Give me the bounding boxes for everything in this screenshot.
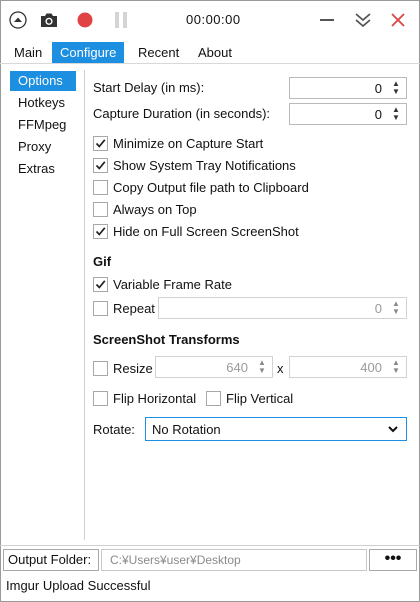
show-tray-notifications-label: Show System Tray Notifications [113, 158, 296, 173]
sidebar-item-ffmpeg[interactable]: FFMpeg [10, 115, 76, 135]
output-folder-label: Output Folder: [3, 549, 99, 571]
screenshot-button[interactable] [38, 9, 60, 31]
checkmark-icon [95, 161, 106, 170]
always-on-top-label: Always on Top [113, 202, 197, 217]
flip-vertical-label: Flip Vertical [226, 391, 294, 406]
hide-on-screenshot-checkbox[interactable] [93, 224, 108, 239]
always-on-top-checkbox[interactable] [93, 202, 108, 217]
repeat-stepper[interactable]: ▲ ▼ [390, 300, 402, 316]
double-chevron-down-icon [355, 13, 371, 28]
capture-duration-label: Capture Duration (in seconds): [93, 106, 271, 121]
resize-width-input[interactable]: 640 ▲ ▼ [155, 356, 273, 378]
start-delay-value: 0 [374, 81, 382, 96]
sidebar-item-proxy[interactable]: Proxy [10, 137, 76, 157]
resize-height-input[interactable]: 400 ▲ ▼ [289, 356, 407, 378]
recording-timer: 00:00:00 [186, 12, 241, 27]
repeat-label: Repeat [113, 301, 155, 316]
checkmark-icon [95, 227, 106, 236]
rotate-value: No Rotation [152, 422, 221, 437]
spin-down-icon[interactable]: ▼ [390, 308, 402, 316]
variable-frame-rate-checkbox[interactable] [93, 277, 108, 292]
start-delay-stepper[interactable]: ▲ ▼ [390, 80, 402, 96]
copy-path-label: Copy Output file path to Clipboard [113, 180, 309, 195]
resize-width-stepper[interactable]: ▲ ▼ [256, 359, 268, 375]
record-icon [77, 12, 93, 28]
bottom-divider [0, 545, 420, 546]
gif-heading: Gif [93, 254, 112, 269]
pause-button[interactable] [110, 9, 132, 31]
repeat-checkbox[interactable] [93, 301, 108, 316]
output-folder-path[interactable]: C:¥Users¥user¥Desktop [101, 549, 367, 571]
browse-folder-button[interactable]: ••• [369, 549, 417, 571]
resize-width-value: 640 [226, 360, 248, 375]
collapse-toggle-button[interactable] [7, 9, 29, 31]
hide-on-screenshot-label: Hide on Full Screen ScreenShot [113, 224, 299, 239]
close-button[interactable] [387, 9, 409, 31]
spin-down-icon[interactable]: ▼ [256, 367, 268, 375]
rotate-select[interactable]: No Rotation [145, 417, 407, 441]
start-delay-input[interactable]: 0 ▲ ▼ [289, 77, 407, 99]
tab-main[interactable]: Main [6, 42, 50, 64]
minimize-on-capture-label: Minimize on Capture Start [113, 136, 264, 151]
minimize-button[interactable] [316, 9, 338, 31]
status-text: Imgur Upload Successful [6, 578, 151, 593]
resize-x-separator: x [277, 361, 284, 376]
tab-configure[interactable]: Configure [52, 42, 125, 64]
spin-down-icon[interactable]: ▼ [390, 367, 402, 375]
resize-height-stepper[interactable]: ▲ ▼ [390, 359, 402, 375]
pause-icon [115, 12, 127, 28]
variable-frame-rate-label: Variable Frame Rate [113, 277, 232, 292]
resize-checkbox[interactable] [93, 361, 108, 376]
spin-down-icon[interactable]: ▼ [390, 88, 402, 96]
capture-duration-value: 0 [374, 107, 382, 122]
camera-icon [41, 13, 57, 27]
checkmark-icon [95, 139, 106, 148]
sidebar-item-options[interactable]: Options [10, 71, 76, 91]
flip-horizontal-checkbox[interactable] [93, 391, 108, 406]
repeat-input[interactable]: 0 ▲ ▼ [158, 297, 407, 319]
minimize-icon [320, 19, 334, 21]
sidebar-item-hotkeys[interactable]: Hotkeys [10, 93, 76, 113]
record-button[interactable] [74, 9, 96, 31]
sidebar-divider [84, 70, 85, 540]
repeat-value: 0 [374, 301, 382, 316]
chevron-down-icon [388, 426, 398, 433]
tab-divider [0, 63, 420, 64]
minimize-to-tray-button[interactable] [352, 9, 374, 31]
flip-vertical-checkbox[interactable] [206, 391, 221, 406]
resize-height-value: 400 [360, 360, 382, 375]
close-icon [391, 13, 405, 27]
copy-path-checkbox[interactable] [93, 180, 108, 195]
checkmark-icon [95, 280, 106, 289]
rotate-label: Rotate: [93, 422, 135, 437]
resize-label: Resize [113, 361, 153, 376]
capture-duration-stepper[interactable]: ▲ ▼ [390, 106, 402, 122]
tab-recent[interactable]: Recent [130, 42, 187, 64]
minimize-on-capture-checkbox[interactable] [93, 136, 108, 151]
chevron-up-circle-icon [9, 11, 27, 29]
start-delay-label: Start Delay (in ms): [93, 80, 205, 95]
tab-about[interactable]: About [190, 42, 240, 64]
capture-duration-input[interactable]: 0 ▲ ▼ [289, 103, 407, 125]
sidebar-item-extras[interactable]: Extras [10, 159, 76, 179]
show-tray-notifications-checkbox[interactable] [93, 158, 108, 173]
flip-horizontal-label: Flip Horizontal [113, 391, 197, 406]
transforms-heading: ScreenShot Transforms [93, 332, 240, 347]
spin-down-icon[interactable]: ▼ [390, 114, 402, 122]
